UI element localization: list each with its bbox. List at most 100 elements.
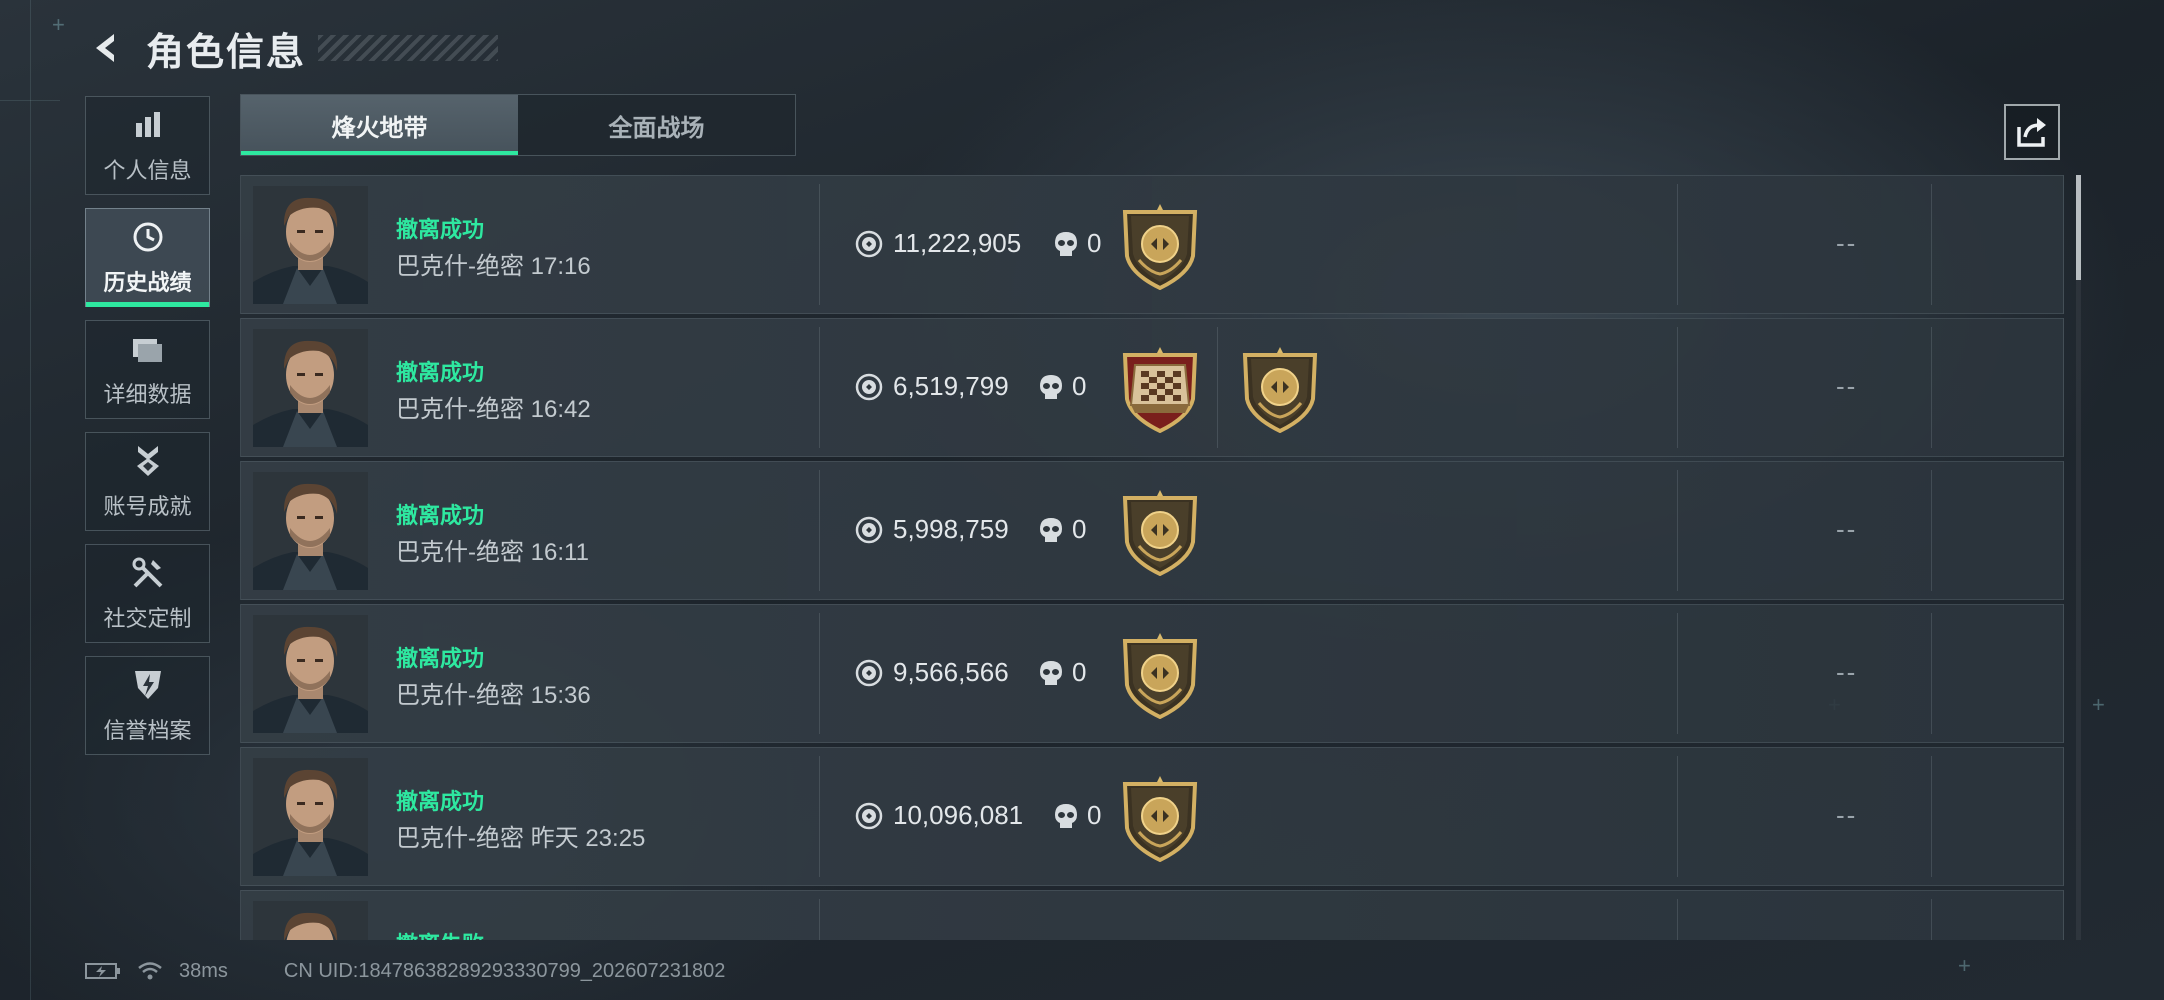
kill-count: 0 (1072, 514, 1087, 544)
history-row[interactable]: 撤离成功巴克什-绝密 15:36 9,566,566 0 -- (240, 604, 2064, 743)
column-divider (1677, 899, 1678, 940)
match-time: 昨天 23:25 (530, 825, 646, 852)
history-row[interactable]: 撤离成功巴克什-绝密 16:11 5,998,759 0 -- (240, 461, 2064, 600)
sidebar-item-reputation[interactable]: 信誉档案 (85, 656, 210, 755)
chessboard-badge-icon[interactable] (1119, 345, 1201, 434)
extra-stat: -- (1836, 657, 1858, 687)
column-divider (1931, 756, 1932, 877)
back-button[interactable] (84, 26, 128, 70)
coin-icon (855, 516, 883, 544)
history-row[interactable]: 撤离成功巴克什-绝密 昨天 23:25 10,096,081 0 -- (240, 747, 2064, 886)
sidebar-item-personal-info[interactable]: 个人信息 (85, 96, 210, 195)
map-and-time: 巴克什-绝密 15:36 (396, 675, 591, 710)
column-divider (1931, 327, 1932, 448)
status-bar: 38ms CN UID:18478638289293330799_2026072… (85, 956, 725, 986)
extra-stat: -- (1836, 800, 1858, 830)
column-divider (1677, 613, 1678, 734)
tab-beacon-zone[interactable]: 烽火地带 (241, 95, 518, 155)
extracted-value: 5,998,759 (893, 514, 1009, 544)
mode-tabs: 烽火地带 全面战场 (240, 94, 796, 156)
sidebar-item-social[interactable]: 社交定制 (85, 544, 210, 643)
column-divider (1677, 756, 1678, 877)
column-divider (819, 756, 820, 877)
sidebar-item-match-history[interactable]: 历史战绩 (85, 208, 210, 307)
extracted-value: 10,096,081 (893, 800, 1024, 830)
column-divider (819, 327, 820, 448)
shield-bolt-icon (130, 667, 166, 703)
map-name: 巴克什-绝密 (396, 825, 524, 852)
column-divider (819, 184, 820, 305)
share-icon (2017, 118, 2046, 147)
decor-cross: + (2092, 692, 2105, 717)
history-row[interactable]: 撤离成功 巴克什-绝密 16:42 6,519,799 0 -- (240, 318, 2064, 457)
list-scrollbar[interactable] (2076, 175, 2081, 940)
column-divider (1931, 899, 1932, 940)
sidebar-item-detailed-data[interactable]: 详细数据 (85, 320, 210, 419)
sidebar-item-label: 历史战绩 (103, 269, 192, 295)
column-divider (1677, 470, 1678, 591)
header: 角色信息 (84, 18, 499, 78)
kill-count: 0 (1087, 800, 1102, 830)
match-time: 16:11 (530, 539, 589, 566)
extracted-value: 9,566,566 (893, 657, 1009, 687)
gold-crest-badge-icon[interactable] (1119, 774, 1201, 863)
operator-avatar (253, 472, 368, 590)
operator-avatar (253, 758, 368, 876)
kill-count: 0 (1072, 371, 1087, 401)
map-name: 巴克什-绝密 (396, 682, 524, 709)
extraction-status: 撤离成功 (396, 503, 485, 528)
column-divider (1931, 613, 1932, 734)
extraction-status: 撤离成功 (396, 646, 485, 671)
kill-count: 0 (1072, 657, 1087, 687)
tools-icon (130, 555, 166, 591)
gold-crest-badge-icon[interactable] (1119, 202, 1201, 291)
skull-icon (1053, 230, 1079, 258)
coin-icon (855, 373, 883, 401)
match-history-list[interactable]: 撤离成功 巴克什-绝密 17:16 11,222,905 0 -- 撤离成功 巴克什-绝密 … (240, 175, 2064, 940)
column-divider (1677, 327, 1678, 448)
sidebar-item-label: 信誉档案 (103, 717, 192, 743)
scrollbar-thumb[interactable] (2076, 175, 2081, 280)
column-divider (819, 470, 820, 591)
extraction-status: 撤离失败 (396, 927, 484, 940)
extra-stat: -- (1836, 514, 1858, 544)
ping-label: 38ms (179, 959, 228, 982)
skull-icon (1053, 802, 1079, 830)
history-row[interactable]: 撤离失败 (240, 890, 2064, 940)
map-and-time: 巴克什-绝密 17:16 (396, 246, 591, 281)
gold-crest-badge-icon[interactable] (1239, 345, 1321, 434)
extraction-status: 撤离成功 (396, 789, 485, 814)
kill-count: 0 (1087, 228, 1102, 258)
sidebar-item-label: 社交定制 (103, 605, 192, 631)
map-and-time: 巴克什-绝密 昨天 23:25 (396, 818, 645, 853)
sidebar-item-label: 详细数据 (103, 381, 192, 407)
match-time: 17:16 (530, 253, 591, 280)
history-row[interactable]: 撤离成功 巴克什-绝密 17:16 11,222,905 0 -- (240, 175, 2064, 314)
sidebar-item-achievements[interactable]: 账号成就 (85, 432, 210, 531)
extracted-value: 6,519,799 (893, 371, 1009, 401)
sidebar: 个人信息 历史战绩 详细数据 账号成就 社交定制 信誉档案 (85, 96, 212, 768)
wifi-icon (137, 960, 163, 982)
extracted-value: 11,222,905 (893, 228, 1022, 258)
gold-crest-badge-icon[interactable] (1119, 631, 1201, 720)
extra-stat: -- (1836, 371, 1858, 401)
decor-cross: + (52, 12, 65, 37)
battery-icon (85, 961, 121, 981)
title-decoration (318, 35, 499, 61)
skull-icon (1038, 516, 1064, 544)
gold-crest-badge-icon[interactable] (1119, 488, 1201, 577)
sidebar-item-label: 个人信息 (103, 157, 192, 183)
coin-icon (855, 230, 883, 258)
map-and-time: 巴克什-绝密 16:11 (396, 532, 589, 567)
map-name: 巴克什-绝密 (396, 253, 524, 280)
operator-avatar (253, 901, 368, 940)
sidebar-item-label: 账号成就 (103, 493, 192, 519)
decor-line (30, 0, 31, 1000)
back-arrow-icon (96, 34, 114, 62)
match-time: 15:36 (530, 682, 591, 709)
share-button[interactable] (2004, 104, 2060, 160)
page-title: 角色信息 (146, 31, 307, 74)
tab-full-battlefield[interactable]: 全面战场 (518, 95, 795, 155)
decor-cross: + (1958, 953, 1971, 978)
operator-avatar (253, 615, 368, 733)
